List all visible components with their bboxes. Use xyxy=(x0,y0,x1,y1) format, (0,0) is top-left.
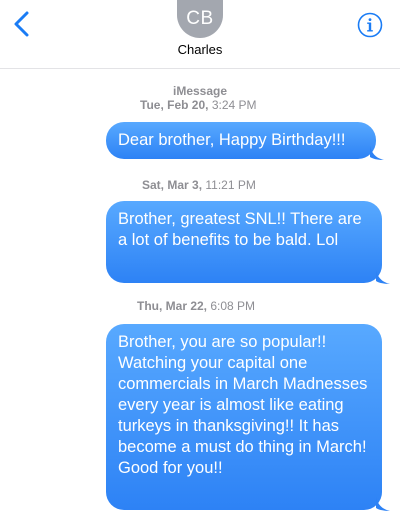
message-text: Brother, greatest SNL!! There are a lot … xyxy=(118,210,362,249)
contact-name[interactable]: Charles xyxy=(0,42,400,57)
chevron-left-icon xyxy=(14,11,29,37)
timestamp: Tue, Feb 20, 3:24 PM xyxy=(140,98,257,112)
timestamp-time: 11:21 PM xyxy=(205,178,256,192)
bubble-tail xyxy=(370,146,384,160)
timestamp-day: Tue, Feb 20, xyxy=(140,98,209,112)
contact-avatar[interactable]: CB xyxy=(177,0,223,38)
message-bubble[interactable]: Dear brother, Happy Birthday!!! xyxy=(106,122,376,159)
info-icon xyxy=(357,12,383,38)
message-text: Dear brother, Happy Birthday!!! xyxy=(118,131,346,149)
message-bubble[interactable]: Brother, greatest SNL!! There are a lot … xyxy=(106,201,382,283)
bubble-tail xyxy=(376,270,390,284)
timestamp: Sat, Mar 3, 11:21 PM xyxy=(142,178,256,192)
bubble-tail xyxy=(376,497,390,511)
message-bubble[interactable]: Brother, you are so popular!! Watching y… xyxy=(106,324,382,510)
info-button[interactable] xyxy=(357,12,383,38)
timestamp-time: 3:24 PM xyxy=(211,98,257,112)
message-text: Brother, you are so popular!! Watching y… xyxy=(118,333,368,477)
timestamp-day: Thu, Mar 22, xyxy=(137,299,208,313)
timestamp-day: Sat, Mar 3, xyxy=(142,178,203,192)
timestamp-time: 6:08 PM xyxy=(210,299,256,313)
back-button[interactable] xyxy=(10,10,34,38)
service-label: iMessage xyxy=(172,84,228,98)
conversation-header: CB Charles xyxy=(0,0,400,69)
timestamp: Thu, Mar 22, 6:08 PM xyxy=(137,299,255,313)
